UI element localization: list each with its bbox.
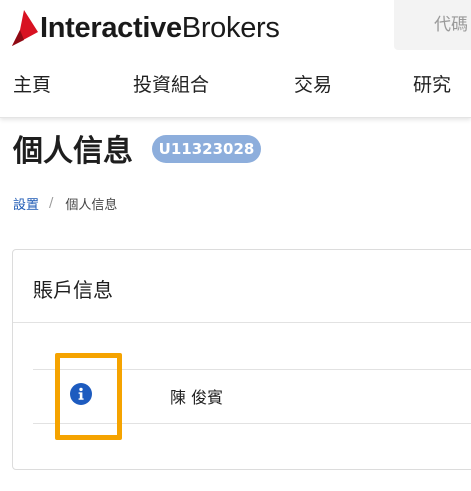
breadcrumb: 設置 / 個人信息 <box>13 194 117 213</box>
nav-item-home[interactable]: 主頁 <box>13 70 51 97</box>
page-title: 個人信息 <box>13 134 133 169</box>
nav-item-portfolio[interactable]: 投資組合 <box>133 70 209 97</box>
breadcrumb-settings-link[interactable]: 設置 <box>13 194 39 213</box>
card-title: 賬戶信息 <box>33 278 113 302</box>
brand-name: InteractiveBrokers <box>40 11 280 44</box>
nav-item-trade[interactable]: 交易 <box>294 70 332 97</box>
card-divider <box>13 322 471 323</box>
account-holder-name: 陳 俊賓 <box>170 388 224 407</box>
breadcrumb-separator: / <box>49 196 54 211</box>
breadcrumb-current: 個人信息 <box>65 198 118 213</box>
symbol-search-input[interactable] <box>394 0 471 50</box>
top-header: InteractiveBrokers 主頁 投資組合 交易 研究 <box>0 0 471 118</box>
ib-logo-mark-icon <box>12 10 38 46</box>
symbol-search-box[interactable] <box>394 0 471 50</box>
main-nav: 主頁 投資組合 交易 研究 <box>0 66 471 100</box>
highlight-box <box>55 353 122 440</box>
nav-item-research[interactable]: 研究 <box>413 70 451 97</box>
account-id-badge: U11323028 <box>152 135 261 163</box>
brand-logo[interactable]: InteractiveBrokers <box>12 6 280 50</box>
